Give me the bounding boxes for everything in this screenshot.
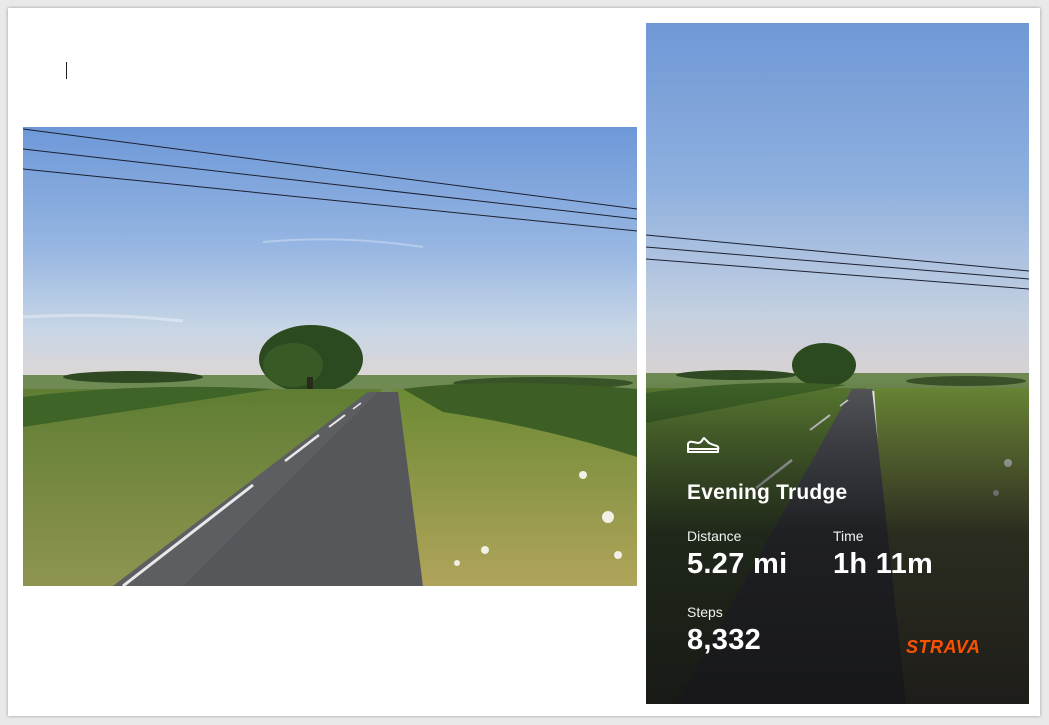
road-photo[interactable] — [23, 127, 637, 586]
steps-label: Steps — [687, 604, 723, 620]
activity-title: Evening Trudge — [687, 481, 848, 504]
shoe-icon — [687, 437, 720, 453]
steps-value: 8,332 — [687, 624, 762, 656]
activity-share-card[interactable]: Evening Trudge Distance 5.27 mi Time 1h … — [646, 23, 1029, 704]
activity-stats-overlay: Evening Trudge Distance 5.27 mi Time 1h … — [646, 23, 1029, 704]
time-label: Time — [833, 528, 864, 544]
strava-logo: STRAVA — [906, 637, 981, 657]
document-page: Evening Trudge Distance 5.27 mi Time 1h … — [8, 8, 1040, 716]
distance-label: Distance — [687, 528, 742, 544]
text-cursor — [66, 62, 67, 79]
road-landscape-image — [23, 127, 637, 586]
distance-value: 5.27 mi — [687, 548, 788, 580]
time-value: 1h 11m — [833, 548, 934, 580]
